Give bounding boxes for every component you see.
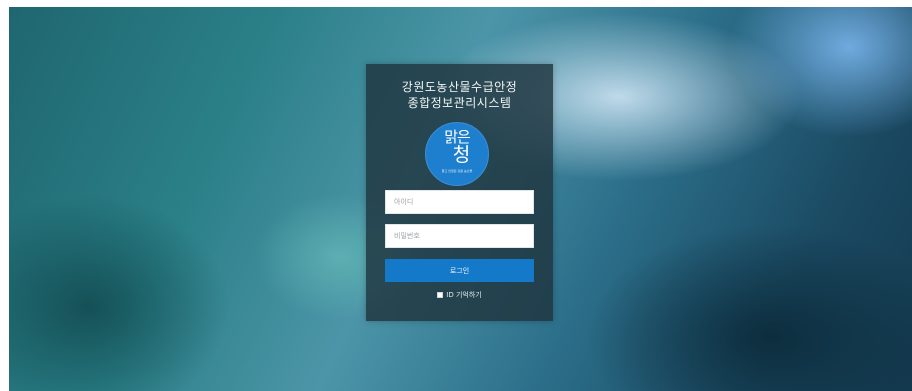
login-button[interactable]: 로그인 [385,259,534,282]
remember-id-label: ID 기억하기 [446,291,482,299]
system-title: 강원도농산물수급안정 종합정보관리시스템 [366,79,553,111]
maeun-cheong-logo-icon: 맑은 청 맑고 안정된 강원 농산물 [425,122,489,186]
remember-id-checkbox[interactable] [437,292,444,298]
remember-id[interactable]: ID 기억하기 [366,290,553,300]
logo-tagline: 맑고 안정된 강원 농산물 [441,169,473,173]
system-title-line1: 강원도농산물수급안정 [401,80,518,94]
password-input[interactable] [385,224,534,248]
login-panel: 강원도농산물수급안정 종합정보관리시스템 맑은 청 맑고 안정된 강원 농산물 … [366,64,553,321]
id-input[interactable] [385,190,534,214]
logo-text-line2: 청 [452,144,470,166]
logo-text: 맑은 청 [426,129,488,165]
system-title-line2: 종합정보관리시스템 [407,96,512,110]
